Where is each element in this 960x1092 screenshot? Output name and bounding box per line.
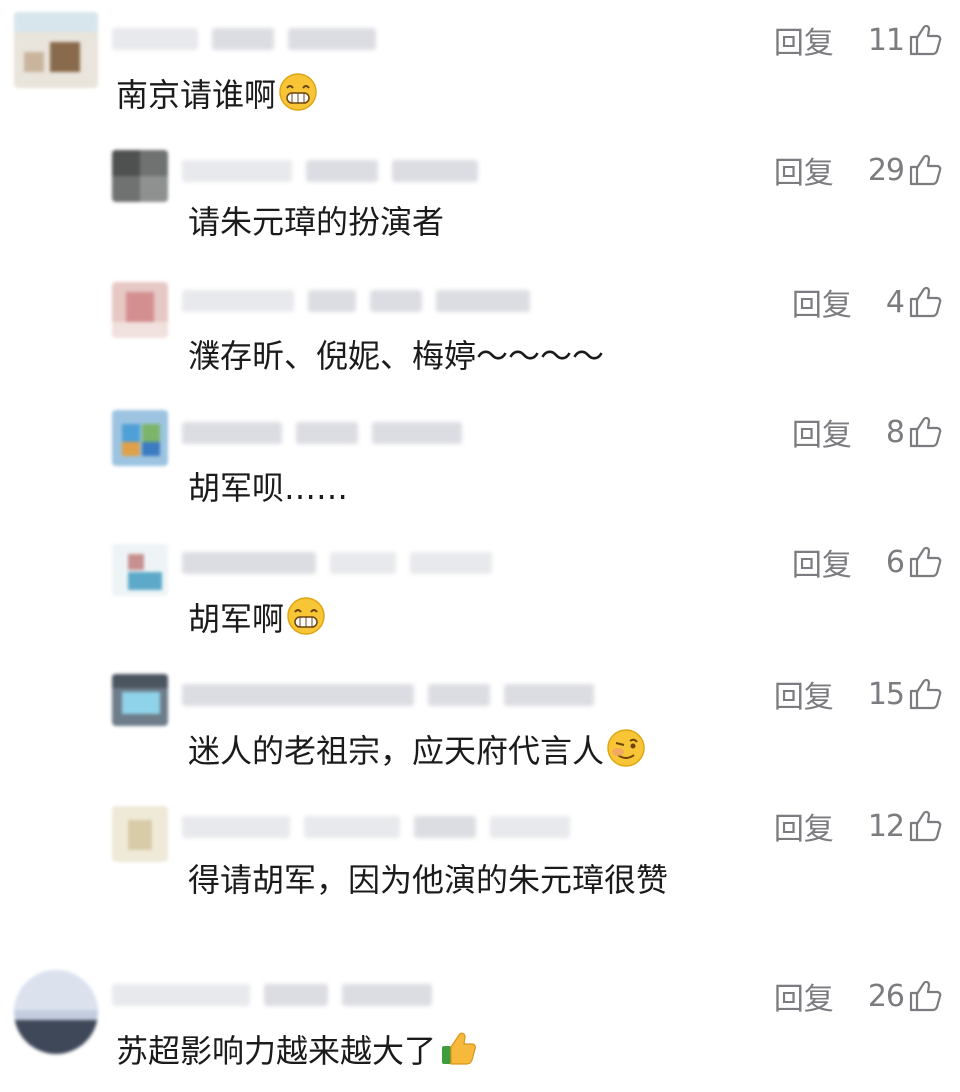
comment-actions: 回复 11 bbox=[774, 18, 942, 62]
comment-actions: 回复 29 bbox=[774, 148, 942, 192]
like-count: 29 bbox=[867, 152, 905, 188]
avatar[interactable] bbox=[112, 806, 168, 862]
comment-text: 胡军啊 bbox=[188, 596, 326, 641]
comment-actions: 回复 6 bbox=[792, 540, 942, 584]
reply-button[interactable]: 回复 bbox=[774, 974, 834, 1018]
grin-emoji-icon bbox=[279, 73, 317, 111]
thumbs-up-icon bbox=[909, 980, 942, 1012]
comment-text: 南京请谁啊 bbox=[116, 72, 318, 117]
comment-actions: 回复 4 bbox=[792, 280, 942, 324]
avatar[interactable] bbox=[14, 970, 98, 1054]
reply-button[interactable]: 回复 bbox=[774, 18, 834, 62]
like-button[interactable]: 15 bbox=[868, 677, 942, 712]
reply-button[interactable]: 回复 bbox=[792, 540, 852, 584]
comment-actions: 回复 12 bbox=[774, 804, 942, 848]
comment-actions: 回复 15 bbox=[774, 672, 942, 716]
user-meta-blurred bbox=[112, 24, 376, 54]
wink-emoji-icon bbox=[607, 729, 645, 767]
reply-button[interactable]: 回复 bbox=[774, 148, 834, 192]
comment-text: 濮存昕、倪妮、梅婷～～～～ bbox=[188, 337, 605, 375]
like-button[interactable]: 26 bbox=[868, 979, 942, 1014]
avatar[interactable] bbox=[112, 674, 168, 726]
like-count: 15 bbox=[867, 676, 905, 712]
like-count: 26 bbox=[867, 978, 905, 1014]
reply-button[interactable]: 回复 bbox=[774, 672, 834, 716]
grin-emoji-icon bbox=[287, 597, 325, 635]
reply-button[interactable]: 回复 bbox=[774, 804, 834, 848]
like-button[interactable]: 11 bbox=[868, 23, 942, 58]
comment-text: 请朱元璋的扮演者 bbox=[188, 203, 445, 241]
reply-button[interactable]: 回复 bbox=[792, 280, 852, 324]
like-button[interactable]: 12 bbox=[868, 809, 942, 844]
thumbs-up-icon bbox=[909, 416, 942, 448]
user-meta-blurred bbox=[182, 680, 594, 710]
user-meta-blurred bbox=[182, 286, 530, 316]
avatar[interactable] bbox=[14, 12, 98, 88]
like-count: 12 bbox=[867, 808, 905, 844]
avatar[interactable] bbox=[112, 150, 168, 202]
thumbs-up-icon bbox=[909, 678, 942, 710]
like-count: 6 bbox=[885, 544, 905, 580]
comment-text: 苏超影响力越来越大了 bbox=[116, 1028, 478, 1073]
thumbs-up-icon bbox=[909, 24, 942, 56]
comment-text: 得请胡军，因为他演的朱元璋很赞 bbox=[188, 861, 669, 899]
thumbs-up-icon bbox=[909, 154, 942, 186]
thumbs-up-icon bbox=[909, 546, 942, 578]
comment-actions: 回复 8 bbox=[792, 410, 942, 454]
thumbs-up-icon bbox=[909, 286, 942, 318]
avatar[interactable] bbox=[112, 544, 168, 596]
user-meta-blurred bbox=[182, 156, 478, 186]
like-count: 4 bbox=[885, 284, 905, 320]
like-button[interactable]: 8 bbox=[886, 415, 942, 450]
comment-actions: 回复 26 bbox=[774, 974, 942, 1018]
like-button[interactable]: 4 bbox=[886, 285, 942, 320]
user-meta-blurred bbox=[112, 980, 432, 1010]
comment-text: 胡军呗…… bbox=[188, 469, 349, 507]
thumbs-up-emoji-icon bbox=[442, 1032, 476, 1065]
like-button[interactable]: 6 bbox=[886, 545, 942, 580]
reply-button[interactable]: 回复 bbox=[792, 410, 852, 454]
like-button[interactable]: 29 bbox=[868, 153, 942, 188]
avatar[interactable] bbox=[112, 282, 168, 338]
user-meta-blurred bbox=[182, 548, 492, 578]
comment-text: 迷人的老祖宗，应天府代言人 bbox=[188, 728, 646, 773]
like-count: 11 bbox=[867, 22, 905, 58]
user-meta-blurred bbox=[182, 812, 570, 842]
avatar[interactable] bbox=[112, 410, 168, 466]
user-meta-blurred bbox=[182, 418, 462, 448]
thumbs-up-icon bbox=[909, 810, 942, 842]
like-count: 8 bbox=[885, 414, 905, 450]
